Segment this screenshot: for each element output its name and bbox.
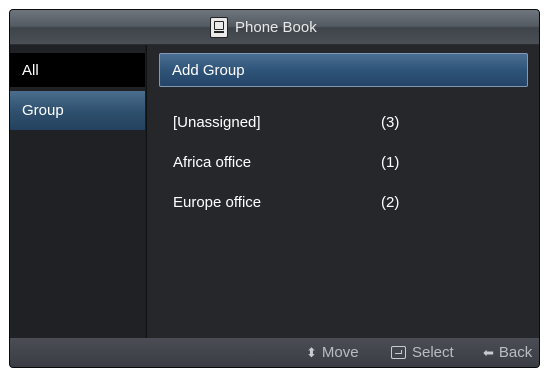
sidebar-item-group[interactable]: Group [10, 91, 145, 130]
back-hint: ⬅ Back [483, 344, 532, 361]
window-title: Phone Book [235, 18, 317, 36]
group-count: (1) [381, 154, 400, 171]
footer-hints: ⬍ Move Select ⬅ Back [10, 338, 539, 367]
sidebar-item-all[interactable]: All [10, 53, 145, 87]
title-bar: Phone Book [10, 10, 539, 45]
up-down-arrows-icon: ⬍ [306, 344, 317, 360]
select-hint: Select [391, 344, 454, 361]
left-arrow-icon: ⬅ [483, 344, 494, 360]
group-count: (3) [381, 114, 400, 131]
group-name: Europe office [173, 194, 262, 211]
group-list: Add Group [Unassigned] (3) Africa office… [146, 45, 539, 338]
select-label: Select [412, 344, 454, 361]
title-wrap: Phone Book [210, 10, 317, 44]
list-item[interactable]: [Unassigned] (3) [159, 106, 528, 140]
back-label: Back [498, 344, 533, 361]
sidebar: All Group [10, 45, 145, 338]
list-item[interactable]: Africa office (1) [159, 146, 528, 180]
sidebar-item-label: All [22, 61, 39, 79]
group-name: Africa office [173, 154, 252, 171]
move-label: Move [321, 344, 359, 361]
phone-book-window: Phone Book All Group Add Group [Unassign… [10, 10, 539, 367]
add-group-button[interactable]: Add Group [159, 53, 528, 87]
group-count: (2) [381, 194, 400, 211]
sidebar-item-label: Group [22, 102, 64, 119]
add-group-label: Add Group [172, 61, 245, 79]
move-hint: ⬍ Move [306, 344, 359, 361]
group-name: [Unassigned] [173, 114, 261, 131]
phone-book-icon [210, 16, 228, 38]
enter-icon [391, 346, 406, 359]
list-item[interactable]: Europe office (2) [159, 186, 528, 220]
